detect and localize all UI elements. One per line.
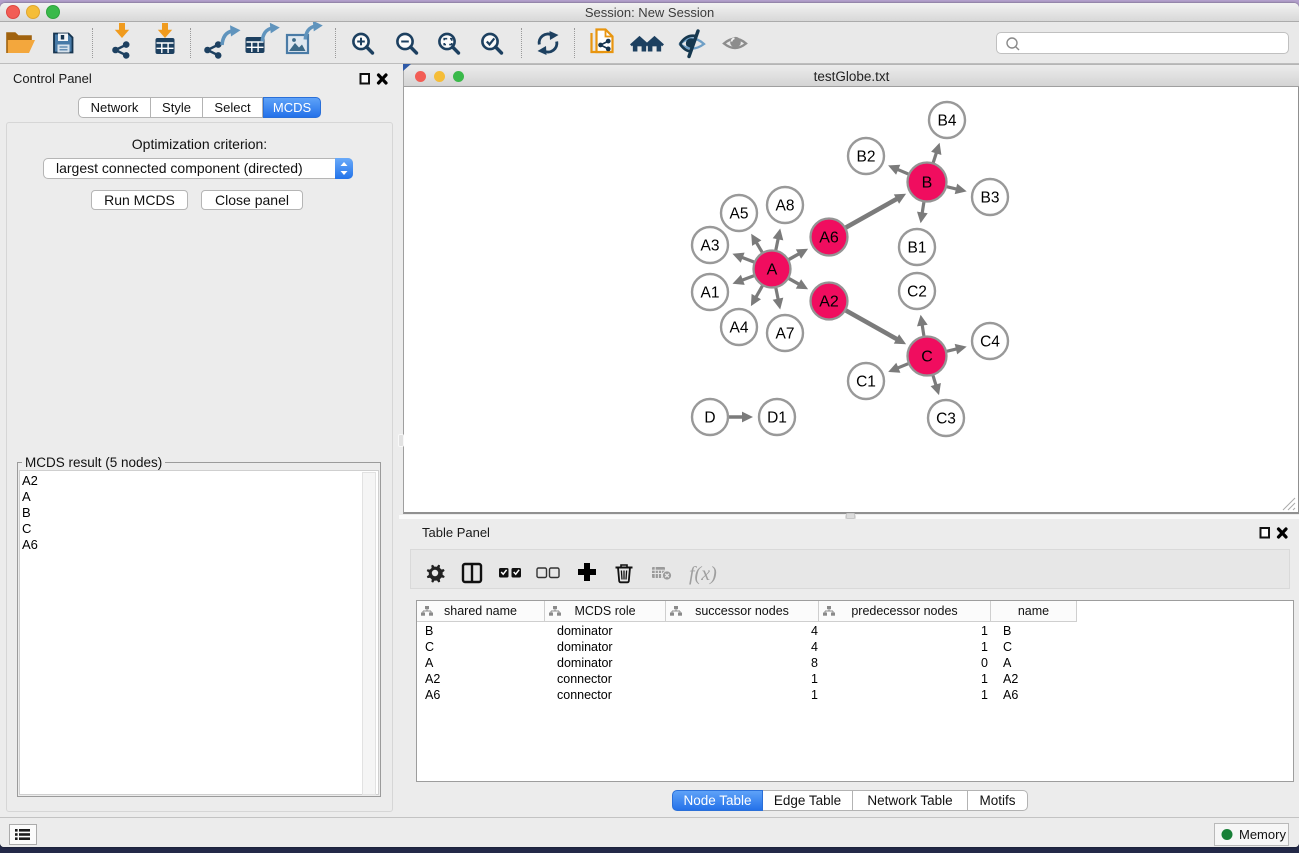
svg-text:A4: A4	[730, 320, 749, 337]
svg-text:A6: A6	[819, 230, 839, 247]
svg-text:A5: A5	[730, 206, 749, 223]
svg-text:A3: A3	[701, 238, 720, 255]
svg-text:B1: B1	[908, 240, 927, 257]
svg-text:f(x): f(x)	[689, 563, 717, 585]
svg-text:A7: A7	[776, 326, 795, 343]
svg-text:C3: C3	[936, 411, 956, 428]
svg-text:B4: B4	[938, 113, 957, 130]
svg-text:B3: B3	[981, 190, 1000, 207]
svg-text:C4: C4	[980, 334, 1000, 351]
svg-text:A1: A1	[701, 285, 720, 302]
svg-text:A8: A8	[776, 198, 795, 215]
svg-text:Memory: Memory	[1239, 827, 1286, 842]
svg-text:B2: B2	[857, 149, 876, 166]
svg-text:A2: A2	[819, 294, 839, 311]
svg-text:A: A	[767, 262, 778, 279]
svg-text:C: C	[921, 349, 933, 366]
svg-text:C1: C1	[856, 374, 876, 391]
svg-text:C2: C2	[907, 284, 927, 301]
svg-text:B: B	[922, 175, 933, 192]
svg-text:D: D	[704, 410, 715, 427]
svg-text:D1: D1	[767, 410, 787, 427]
